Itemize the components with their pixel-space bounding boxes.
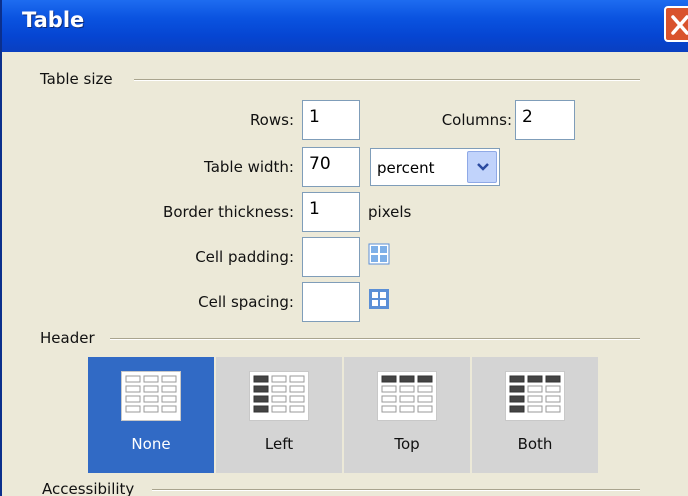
cell-spacing-field[interactable] [302,282,360,322]
rows-label: Rows: [249,111,294,129]
header-option-left[interactable]: Left [216,357,342,473]
table-no-header-icon [121,371,181,421]
header-option-both-label: Both [517,435,553,453]
header-option-top[interactable]: Top [344,357,470,473]
dialog-title: Table [22,8,85,32]
cell-padding-field[interactable] [302,237,360,277]
header-option-top-label: Top [394,435,420,453]
close-icon [671,15,688,35]
header-option-none[interactable]: None [88,357,214,473]
border-thickness-field[interactable]: 1 [302,192,360,232]
cell-padding-label: Cell padding: [195,248,294,266]
columns-field[interactable]: 2 [515,100,575,140]
close-button[interactable] [664,6,688,42]
header-legend: Header [40,329,101,347]
accessibility-legend: Accessibility [42,480,135,496]
cell-spacing-icon [369,289,389,309]
header-option-none-label: None [131,435,171,453]
dropdown-arrow-button[interactable] [467,151,497,183]
columns-label: Columns: [441,111,512,129]
title-bar[interactable]: Table [2,0,688,52]
rows-field[interactable]: 1 [302,100,360,140]
table-left-header-icon [249,371,309,421]
header-divider [110,338,640,340]
border-unit-label: pixels [368,203,412,221]
table-size-legend: Table size [40,70,119,88]
header-option-both[interactable]: Both [472,357,598,473]
table-size-divider [134,79,640,81]
width-unit-select[interactable]: percent [370,148,500,186]
header-option-left-label: Left [264,435,294,453]
table-width-label: Table width: [204,158,294,176]
table-top-header-icon [377,371,437,421]
table-dialog: Table Table size Rows: 1 Columns: 2 Tabl… [0,0,688,496]
chevron-down-icon [477,163,489,171]
width-unit-value: percent [377,159,435,177]
cell-padding-icon [368,243,390,265]
table-both-header-icon [505,371,565,421]
cell-spacing-label: Cell spacing: [198,293,294,311]
border-thickness-label: Border thickness: [163,203,294,221]
accessibility-divider [152,489,640,491]
table-width-field[interactable]: 70 [302,147,360,187]
